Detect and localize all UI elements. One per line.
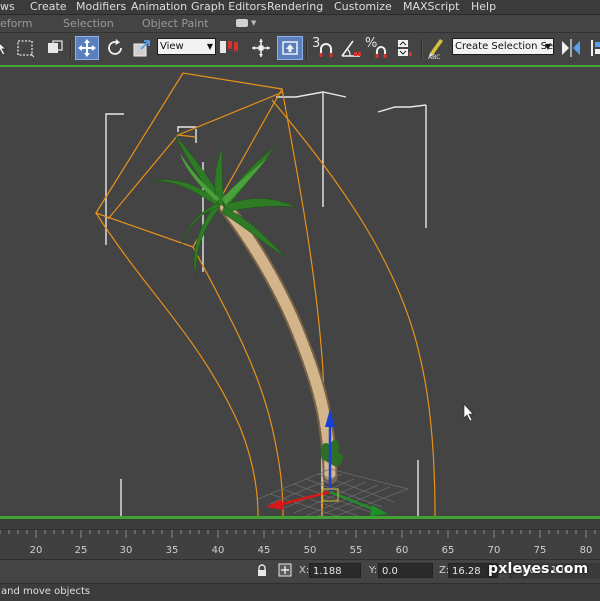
select-arrow-icon[interactable] — [0, 37, 8, 59]
timeline-tick-label: 45 — [257, 545, 271, 556]
menu-modifiers[interactable]: Modifiers — [76, 0, 126, 14]
perspective-viewport[interactable] — [0, 67, 600, 516]
track-bar[interactable] — [0, 529, 600, 560]
window-crossing-icon[interactable] — [44, 37, 66, 59]
mouse-cursor-icon — [463, 403, 474, 422]
timeline-tick-label: 55 — [349, 545, 363, 556]
timeline-tick-label: 65 — [441, 545, 455, 556]
manipulate-icon[interactable] — [277, 36, 303, 60]
timeline-tick-label: 20 — [29, 545, 43, 556]
edit-named-sets-icon[interactable]: ABC — [425, 37, 449, 61]
gizmo-outer-curve — [271, 99, 436, 516]
angle-snap-icon[interactable] — [339, 37, 363, 59]
main-toolbar: View ▼ 3 % ABC Create Selection Se ▼ — [0, 33, 600, 67]
y-coord-field[interactable]: 0.0 — [378, 563, 433, 578]
ribbon-bar: eform Selection Object Paint ▼ — [0, 15, 600, 33]
menu-graph-editors[interactable]: Graph Editors — [191, 0, 267, 14]
snaps-toggle-icon[interactable]: 3 — [311, 36, 337, 59]
toolbar-divider — [70, 39, 71, 59]
timeline-tick-label: 25 — [74, 545, 88, 556]
menu-views[interactable]: ws — [0, 0, 15, 14]
snaps-toggle-label: 3 — [312, 36, 321, 51]
reference-coord-value: View — [160, 41, 184, 52]
watermark-logo: pxleyes.com — [488, 561, 589, 577]
palm-trunk — [214, 194, 338, 485]
prompt-text: and move objects — [1, 586, 91, 597]
select-scale-icon[interactable] — [131, 37, 153, 59]
menu-maxscript[interactable]: MAXScript — [403, 0, 459, 14]
abc-label: ABC — [428, 54, 441, 61]
rect-region-icon[interactable] — [14, 37, 36, 59]
select-link-icon[interactable] — [218, 37, 240, 59]
toolbar-divider — [421, 39, 422, 59]
named-selection-dropdown[interactable]: Create Selection Se ▼ — [452, 38, 554, 55]
tab-selection[interactable]: Selection — [63, 15, 114, 32]
menu-help[interactable]: Help — [471, 0, 496, 14]
named-selection-value: Create Selection Se — [455, 41, 554, 52]
menu-customize[interactable]: Customize — [334, 0, 392, 14]
prompt-line: and move objects — [0, 583, 600, 601]
select-rotate-icon[interactable] — [104, 37, 126, 59]
bbox-corner-left — [105, 113, 124, 245]
pivot-center-icon[interactable] — [250, 37, 272, 59]
timeline-tick-label: 35 — [165, 545, 179, 556]
timeline-tick-label: 80 — [579, 545, 593, 556]
percent-snap-label: % — [365, 36, 378, 51]
timeline-tick-label: 60 — [395, 545, 409, 556]
bbox-corner-top-right — [377, 104, 427, 228]
timeline-ticks — [0, 530, 596, 538]
align-icon[interactable] — [586, 37, 600, 59]
select-move-icon[interactable] — [75, 36, 99, 60]
gizmo-x-arrow — [266, 499, 284, 510]
timeline-tick-label: 75 — [533, 545, 547, 556]
palm-leaves — [149, 134, 297, 278]
menu-bar: ws Create Modifiers Animation Graph Edit… — [0, 0, 600, 15]
spinner-snap-icon[interactable] — [393, 37, 417, 59]
ribbon-toggle-button[interactable] — [236, 19, 248, 27]
gizmo-z-arrow — [370, 505, 388, 516]
tab-object-paint[interactable]: Object Paint — [142, 15, 209, 32]
y-coord-label: Y: — [369, 565, 378, 576]
absolute-mode-icon[interactable] — [278, 563, 292, 580]
toolbar-divider — [306, 39, 307, 59]
menu-rendering[interactable]: Rendering — [267, 0, 323, 14]
chevron-down-icon: ▼ — [206, 42, 213, 51]
timeline-tick-label: 50 — [303, 545, 317, 556]
lock-icon[interactable] — [256, 564, 268, 580]
time-slider[interactable]: 20 25 30 35 40 45 50 55 60 65 70 75 80 — [0, 519, 600, 560]
chevron-down-icon: ▼ — [544, 42, 551, 51]
bbox-corner-top-mid — [276, 91, 347, 207]
timeline-tick-label: 70 — [487, 545, 501, 556]
bend-gizmo — [95, 72, 436, 516]
timeline-tick-label: 40 — [211, 545, 225, 556]
timeline-tick-label: 30 — [119, 545, 133, 556]
tab-freeform[interactable]: eform — [0, 15, 32, 32]
gizmo-left-curve — [95, 212, 259, 516]
reference-coord-dropdown[interactable]: View ▼ — [157, 38, 216, 55]
chevron-down-icon[interactable]: ▼ — [251, 20, 256, 27]
menu-animation[interactable]: Animation — [131, 0, 187, 14]
menu-create[interactable]: Create — [30, 0, 67, 14]
x-coord-label: X: — [299, 565, 310, 576]
percent-snap-icon[interactable]: % — [365, 36, 391, 59]
mirror-icon[interactable] — [560, 37, 582, 59]
viewport-scene[interactable] — [0, 67, 600, 516]
x-coord-field[interactable]: 1.188 — [309, 563, 361, 578]
